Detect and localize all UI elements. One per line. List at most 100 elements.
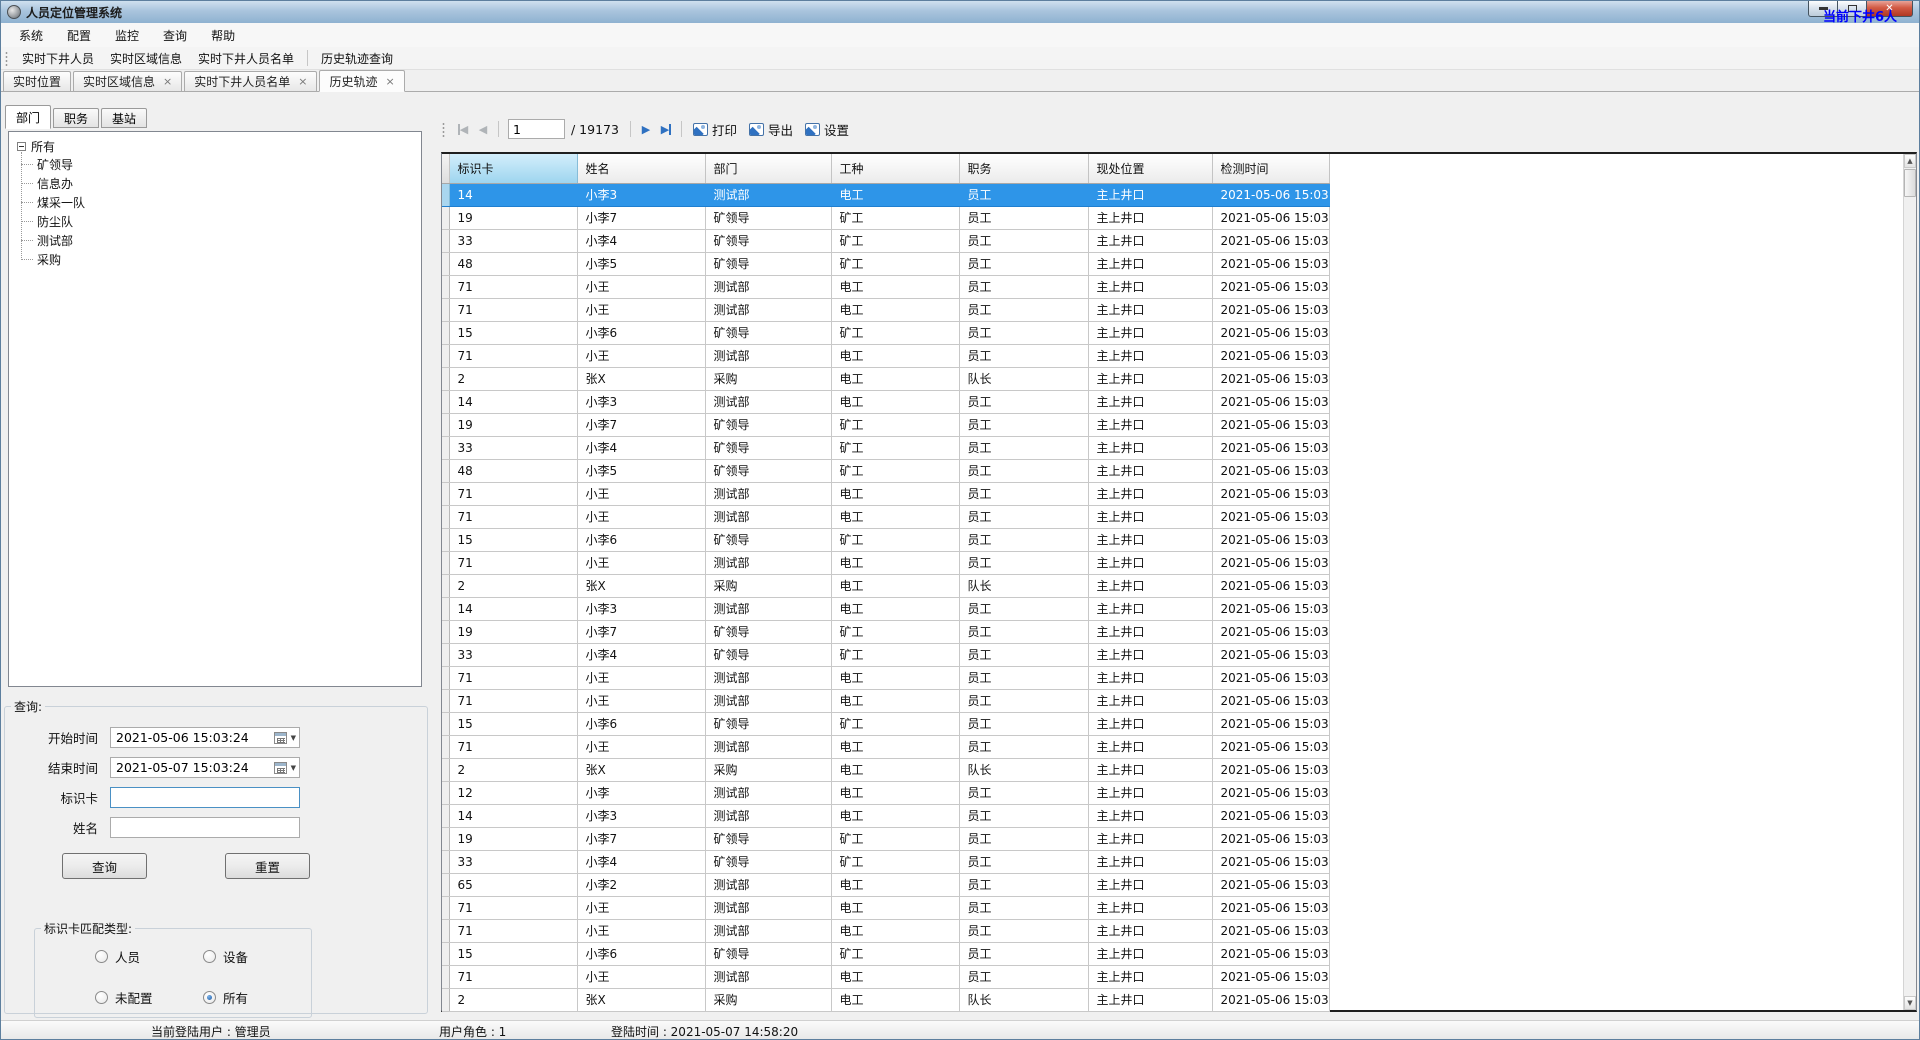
column-header-职务[interactable]: 职务 bbox=[959, 154, 1088, 183]
table-row[interactable]: 19小李7矿领导矿工员工主上井口2021-05-06 15:03 bbox=[442, 620, 1329, 643]
table-row[interactable]: 19小李7矿领导矿工员工主上井口2021-05-06 15:03 bbox=[442, 206, 1329, 229]
toolbar-button-实时下井人员名单[interactable]: 实时下井人员名单 bbox=[190, 47, 302, 70]
first-page-button[interactable]: ◀ bbox=[453, 119, 473, 139]
input-姓名[interactable] bbox=[110, 817, 300, 838]
column-header-姓名[interactable]: 姓名 bbox=[577, 154, 705, 183]
column-header-部门[interactable]: 部门 bbox=[705, 154, 831, 183]
table-row[interactable]: 71小王测试部电工员工主上井口2021-05-06 15:03 bbox=[442, 344, 1329, 367]
next-page-button[interactable]: ▶ bbox=[636, 119, 656, 139]
table-row[interactable]: 71小王测试部电工员工主上井口2021-05-06 15:03 bbox=[442, 482, 1329, 505]
table-row[interactable]: 19小李7矿领导矿工员工主上井口2021-05-06 15:03 bbox=[442, 827, 1329, 850]
menu-item-5[interactable]: 帮助 bbox=[199, 23, 247, 48]
calendar-icon[interactable] bbox=[274, 762, 287, 774]
vertical-scrollbar[interactable]: ▲ ▼ bbox=[1903, 154, 1916, 1010]
dropdown-arrow-icon[interactable]: ▼ bbox=[291, 764, 296, 772]
radio-option-人员[interactable]: 人员 bbox=[95, 947, 203, 966]
table-row[interactable]: 14小李3测试部电工员工主上井口2021-05-06 15:03 bbox=[442, 804, 1329, 827]
filter-tab-基站[interactable]: 基站 bbox=[101, 108, 147, 128]
column-header-标识卡[interactable]: 标识卡 bbox=[449, 154, 577, 183]
tree-node-信息办[interactable]: 信息办 bbox=[21, 174, 417, 193]
table-row[interactable]: 2张X采购电工队长主上井口2021-05-06 15:03 bbox=[442, 758, 1329, 781]
datetime-picker-结束时间[interactable]: 2021-05-07 15:03:24▼ bbox=[110, 757, 300, 778]
menu-item-1[interactable]: 系统 bbox=[7, 23, 55, 48]
tab-close-icon[interactable]: × bbox=[386, 76, 395, 87]
tab-close-icon[interactable]: × bbox=[163, 76, 172, 87]
dropdown-arrow-icon[interactable]: ▼ bbox=[291, 734, 296, 742]
radio-option-未配置[interactable]: 未配置 bbox=[95, 988, 203, 1007]
table-row[interactable]: 2张X采购电工队长主上井口2021-05-06 15:03 bbox=[442, 574, 1329, 597]
column-header-工种[interactable]: 工种 bbox=[831, 154, 959, 183]
filter-tab-部门[interactable]: 部门 bbox=[5, 105, 51, 129]
table-row[interactable]: 15小李6矿领导矿工员工主上井口2021-05-06 15:03 bbox=[442, 942, 1329, 965]
tab-实时区域信息[interactable]: 实时区域信息× bbox=[73, 71, 182, 91]
query-button[interactable]: 查询 bbox=[62, 853, 147, 879]
menu-item-2[interactable]: 配置 bbox=[55, 23, 103, 48]
table-row[interactable]: 19小李7矿领导矿工员工主上井口2021-05-06 15:03 bbox=[442, 413, 1329, 436]
scroll-down-button[interactable]: ▼ bbox=[1904, 996, 1916, 1010]
reset-button[interactable]: 重置 bbox=[225, 853, 310, 879]
last-page-button[interactable]: ▶ bbox=[656, 119, 676, 139]
tab-close-icon[interactable]: × bbox=[298, 76, 307, 87]
menu-item-4[interactable]: 查询 bbox=[151, 23, 199, 48]
table-row[interactable]: 14小李3测试部电工员工主上井口2021-05-06 15:03 bbox=[442, 183, 1329, 206]
table-row[interactable]: 2张X采购电工队长主上井口2021-05-06 15:03 bbox=[442, 367, 1329, 390]
radio-icon-设备[interactable] bbox=[203, 950, 216, 963]
table-row[interactable]: 15小李6矿领导矿工员工主上井口2021-05-06 15:03 bbox=[442, 528, 1329, 551]
tree-node-煤采一队[interactable]: 煤采一队 bbox=[21, 193, 417, 212]
table-row[interactable]: 14小李3测试部电工员工主上井口2021-05-06 15:03 bbox=[442, 597, 1329, 620]
tree-node-防尘队[interactable]: 防尘队 bbox=[21, 212, 417, 231]
tree-node-测试部[interactable]: 测试部 bbox=[21, 231, 417, 250]
radio-icon-所有[interactable] bbox=[203, 991, 216, 1004]
table-row[interactable]: 14小李3测试部电工员工主上井口2021-05-06 15:03 bbox=[442, 390, 1329, 413]
table-row[interactable]: 71小王测试部电工员工主上井口2021-05-06 15:03 bbox=[442, 505, 1329, 528]
scroll-thumb[interactable] bbox=[1904, 169, 1916, 197]
tree-node-矿领导[interactable]: 矿领导 bbox=[21, 155, 417, 174]
table-row[interactable]: 71小王测试部电工员工主上井口2021-05-06 15:03 bbox=[442, 896, 1329, 919]
export-button[interactable]: 导出 bbox=[743, 118, 799, 141]
toolbar-button-实时下井人员[interactable]: 实时下井人员 bbox=[14, 47, 102, 70]
table-row[interactable]: 71小王测试部电工员工主上井口2021-05-06 15:03 bbox=[442, 735, 1329, 758]
toolbar-grip[interactable] bbox=[5, 51, 8, 66]
column-header-现处位置[interactable]: 现处位置 bbox=[1088, 154, 1212, 183]
radio-option-设备[interactable]: 设备 bbox=[203, 947, 311, 966]
table-row[interactable]: 33小李4矿领导矿工员工主上井口2021-05-06 15:03 bbox=[442, 436, 1329, 459]
input-标识卡[interactable] bbox=[110, 787, 300, 808]
table-row[interactable]: 33小李4矿领导矿工员工主上井口2021-05-06 15:03 bbox=[442, 850, 1329, 873]
settings-button[interactable]: 设置 bbox=[799, 118, 855, 141]
filter-tab-职务[interactable]: 职务 bbox=[53, 108, 99, 128]
scroll-up-button[interactable]: ▲ bbox=[1904, 154, 1916, 168]
table-row[interactable]: 71小王测试部电工员工主上井口2021-05-06 15:03 bbox=[442, 689, 1329, 712]
radio-option-所有[interactable]: 所有 bbox=[203, 988, 311, 1007]
tree-root-node[interactable]: 所有 bbox=[13, 138, 417, 155]
table-row[interactable]: 71小王测试部电工员工主上井口2021-05-06 15:03 bbox=[442, 275, 1329, 298]
table-row[interactable]: 71小王测试部电工员工主上井口2021-05-06 15:03 bbox=[442, 965, 1329, 988]
column-header-检测时间[interactable]: 检测时间 bbox=[1212, 154, 1329, 183]
tab-历史轨迹[interactable]: 历史轨迹× bbox=[319, 70, 404, 92]
table-row[interactable]: 15小李6矿领导矿工员工主上井口2021-05-06 15:03 bbox=[442, 321, 1329, 344]
table-row[interactable]: 33小李4矿领导矿工员工主上井口2021-05-06 15:03 bbox=[442, 643, 1329, 666]
print-button[interactable]: 打印 bbox=[687, 118, 743, 141]
collapse-icon[interactable] bbox=[17, 142, 26, 151]
toolbar-button-历史轨迹查询[interactable]: 历史轨迹查询 bbox=[313, 47, 401, 70]
pager-grip[interactable] bbox=[442, 122, 445, 137]
table-row[interactable]: 71小王测试部电工员工主上井口2021-05-06 15:03 bbox=[442, 551, 1329, 574]
toolbar-button-实时区域信息[interactable]: 实时区域信息 bbox=[102, 47, 190, 70]
table-row[interactable]: 71小王测试部电工员工主上井口2021-05-06 15:03 bbox=[442, 666, 1329, 689]
table-row[interactable]: 33小李4矿领导矿工员工主上井口2021-05-06 15:03 bbox=[442, 229, 1329, 252]
radio-icon-人员[interactable] bbox=[95, 950, 108, 963]
radio-icon-未配置[interactable] bbox=[95, 991, 108, 1004]
table-row[interactable]: 15小李6矿领导矿工员工主上井口2021-05-06 15:03 bbox=[442, 712, 1329, 735]
table-row[interactable]: 12小李测试部电工员工主上井口2021-05-06 15:03 bbox=[442, 781, 1329, 804]
menu-item-3[interactable]: 监控 bbox=[103, 23, 151, 48]
table-row[interactable]: 48小李5矿领导矿工员工主上井口2021-05-06 15:03 bbox=[442, 252, 1329, 275]
page-number-input[interactable] bbox=[508, 119, 565, 139]
table-row[interactable]: 2张X采购电工队长主上井口2021-05-06 15:03 bbox=[442, 988, 1329, 1011]
tab-实时下井人员名单[interactable]: 实时下井人员名单× bbox=[184, 71, 317, 91]
tree-node-采购[interactable]: 采购 bbox=[21, 250, 417, 269]
table-row[interactable]: 71小王测试部电工员工主上井口2021-05-06 15:03 bbox=[442, 919, 1329, 942]
table-row[interactable]: 71小王测试部电工员工主上井口2021-05-06 15:03 bbox=[442, 298, 1329, 321]
table-row[interactable]: 48小李5矿领导矿工员工主上井口2021-05-06 15:03 bbox=[442, 459, 1329, 482]
calendar-icon[interactable] bbox=[274, 732, 287, 744]
table-row[interactable]: 65小李2测试部电工员工主上井口2021-05-06 15:03 bbox=[442, 873, 1329, 896]
datetime-picker-开始时间[interactable]: 2021-05-06 15:03:24▼ bbox=[110, 727, 300, 748]
